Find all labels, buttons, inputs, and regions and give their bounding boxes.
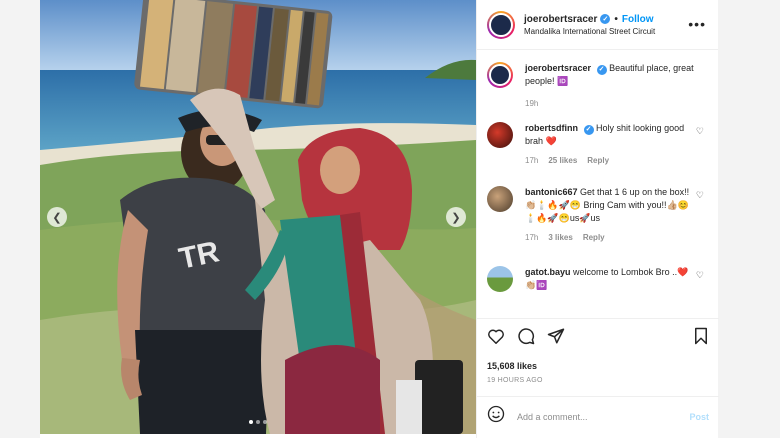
post-header: joerobertsracer ✓ • Follow Mandalika Int… <box>477 0 718 50</box>
verified-badge-icon: ✓ <box>596 64 607 75</box>
comment-item: robertsdfinn ✓ Holy shit looking good br… <box>487 122 708 186</box>
chevron-left-icon: ❮ <box>52 211 62 224</box>
caption-username[interactable]: joerobertsracer <box>525 63 591 73</box>
comment-input[interactable] <box>517 411 667 422</box>
photo-illustration: TR <box>40 0 476 434</box>
verified-badge-icon: ✓ <box>583 124 594 135</box>
like-comment-heart-icon[interactable]: ♡ <box>696 190 704 201</box>
like-comment-heart-icon[interactable]: ♡ <box>696 270 704 281</box>
comment-time[interactable]: 17h <box>525 233 538 242</box>
heart-icon[interactable] <box>487 328 505 349</box>
comment-username[interactable]: robertsdfinn <box>525 123 578 133</box>
comment-icon[interactable] <box>517 327 535 350</box>
post-location[interactable]: Mandalika International Street Circuit <box>524 27 655 36</box>
add-comment-bar: Post <box>477 396 719 436</box>
avatar[interactable] <box>487 10 515 39</box>
reply-button[interactable]: Reply <box>583 233 605 242</box>
post-username[interactable]: joerobertsracer <box>524 14 597 25</box>
comment-item: bantonic667 Get that 1 6 up on the box!!… <box>487 186 708 266</box>
next-photo-button[interactable]: ❯ <box>446 207 466 227</box>
caption-item: joerobertsracer ✓ Beautiful place, great… <box>487 62 708 122</box>
comment-list: joerobertsracer ✓ Beautiful place, great… <box>477 50 718 306</box>
carousel-dot <box>256 420 260 424</box>
more-options-icon[interactable]: ••• <box>688 16 706 32</box>
likes-count[interactable]: 15,608 likes <box>487 361 709 371</box>
carousel-dots <box>249 420 267 424</box>
right-backdrop <box>718 0 780 438</box>
separator-dot: • <box>614 13 618 25</box>
emoji-icon[interactable] <box>487 405 505 428</box>
post-time[interactable]: 19 HOURS AGO <box>487 377 709 384</box>
chevron-right-icon: ❯ <box>451 211 461 224</box>
comment-likes[interactable]: 3 likes <box>548 233 572 242</box>
comment-username[interactable]: gatot.bayu <box>525 267 571 277</box>
reply-button[interactable]: Reply <box>587 156 609 165</box>
previous-photo-button[interactable]: ❮ <box>47 207 67 227</box>
avatar[interactable] <box>487 266 513 292</box>
comment-item: gatot.bayu welcome to Lombok Bro ..❤️👏🏼🆔… <box>487 266 708 306</box>
post-side-panel: joerobertsracer ✓ • Follow Mandalika Int… <box>476 0 719 438</box>
instagram-post-frame: TR ❮ ❯ joerobertsracer ✓ • Follow Mandal… <box>0 0 780 438</box>
left-backdrop <box>0 0 40 438</box>
share-icon[interactable] <box>547 327 565 350</box>
comment-time[interactable]: 17h <box>525 156 538 165</box>
post-photo: TR ❮ ❯ <box>40 0 476 434</box>
like-comment-heart-icon[interactable]: ♡ <box>696 126 704 137</box>
bookmark-icon[interactable] <box>693 327 709 350</box>
avatar[interactable] <box>487 122 513 148</box>
avatar[interactable] <box>487 62 513 88</box>
caption-time[interactable]: 19h <box>525 99 538 108</box>
carousel-dot <box>263 420 267 424</box>
comment-likes[interactable]: 25 likes <box>548 156 577 165</box>
carousel-dot <box>249 420 253 424</box>
avatar[interactable] <box>487 186 513 212</box>
post-actions: 15,608 likes 19 HOURS AGO <box>477 318 719 384</box>
verified-badge-icon: ✓ <box>600 14 611 24</box>
post-comment-button[interactable]: Post <box>689 412 709 422</box>
comment-username[interactable]: bantonic667 <box>525 187 578 197</box>
follow-button[interactable]: Follow <box>622 14 654 25</box>
